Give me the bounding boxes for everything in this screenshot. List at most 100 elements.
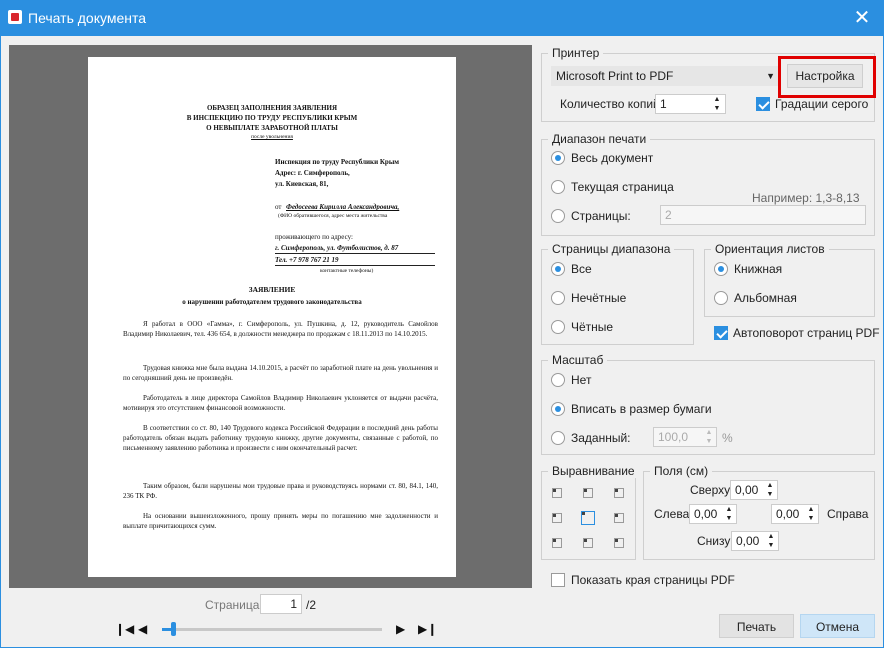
printer-selected-value: Microsoft Print to PDF	[556, 69, 674, 83]
paragraph-5: Таким образом, были нарушены мои трудовы…	[123, 482, 438, 501]
residence-label: проживающего по адресу:	[275, 233, 353, 241]
close-icon[interactable]: ✕	[850, 6, 874, 30]
align-top-center[interactable]	[583, 488, 593, 498]
margin-right-down-icon[interactable]: ▼	[806, 515, 816, 523]
range-example: Например: 1,3-8,13	[752, 191, 860, 205]
scale-legend: Масштаб	[548, 353, 608, 367]
copies-label: Количество копий	[560, 97, 660, 111]
scale-fit-radio[interactable]	[551, 402, 565, 416]
margin-right-label: Справа	[827, 507, 869, 521]
margins-legend: Поля (см)	[650, 464, 713, 478]
scale-none-radio[interactable]	[551, 373, 565, 387]
from-note: (ФИО обратившегося, адрес места жительст…	[278, 213, 388, 219]
paragraph-3: Работодатель в лице директора Самойлов В…	[123, 394, 438, 413]
scale-custom-label: Заданный:	[571, 431, 631, 445]
addressee-line-3: ул. Киевская, 81,	[275, 180, 329, 188]
scale-custom-value: 100,0	[658, 430, 689, 444]
align-middle-left[interactable]	[552, 513, 562, 523]
from-prefix: от	[275, 203, 282, 211]
margin-top-up-icon[interactable]: ▲	[765, 482, 775, 490]
subset-all-radio[interactable]	[551, 262, 565, 276]
margin-left-down-icon[interactable]: ▼	[724, 515, 734, 523]
phone-note: контактные телефоны)	[320, 268, 374, 274]
subset-all-label: Все	[571, 262, 592, 276]
autorotate-label: Автоповорот страниц PDF	[733, 326, 880, 340]
copies-up-icon[interactable]: ▲	[712, 96, 722, 104]
margin-left-up-icon[interactable]: ▲	[724, 506, 734, 514]
margin-top-value: 0,00	[735, 483, 759, 497]
page-subset-legend: Страницы диапазона	[548, 242, 675, 256]
margin-right-value: 0,00	[776, 507, 800, 521]
next-page-icon[interactable]: ▶	[396, 622, 405, 636]
margin-bottom-label: Снизу	[697, 534, 731, 548]
range-pages-value: 2	[665, 208, 672, 222]
margin-top-down-icon[interactable]: ▼	[765, 491, 775, 499]
align-middle-right[interactable]	[614, 513, 624, 523]
printer-select[interactable]: Microsoft Print to PDF ▼	[551, 66, 780, 86]
phone: Тел. +7 978 767 21 19	[275, 255, 435, 267]
align-top-left[interactable]	[552, 488, 562, 498]
align-bottom-center[interactable]	[583, 538, 593, 548]
show-edges-checkbox[interactable]	[551, 573, 565, 587]
orientation-landscape-label: Альбомная	[734, 291, 797, 305]
page-slider-thumb[interactable]	[171, 622, 176, 636]
addressee-line-1: Инспекция по труду Республики Крым	[275, 158, 400, 166]
margin-left-label: Слева	[654, 507, 690, 521]
doc-title: ЗАЯВЛЕНИЕ	[248, 285, 296, 294]
align-top-right[interactable]	[614, 488, 624, 498]
print-range-legend: Диапазон печати	[548, 132, 651, 146]
copies-value: 1	[660, 97, 667, 111]
orientation-portrait-radio[interactable]	[714, 262, 728, 276]
prev-page-icon[interactable]: ◀	[138, 622, 147, 636]
range-all-radio[interactable]	[551, 151, 565, 165]
scale-down-icon[interactable]: ▼	[704, 438, 714, 446]
from-name: Федосеева Кирилла Александровича,	[286, 203, 400, 211]
scale-custom-radio[interactable]	[551, 431, 565, 445]
page-slider-track[interactable]	[162, 628, 382, 631]
range-pages-label: Страницы:	[571, 209, 631, 223]
paragraph-1: Я работал в ООО «Гамма», г. Симферополь,…	[123, 320, 438, 339]
subset-even-radio[interactable]	[551, 320, 565, 334]
page-total: /2	[306, 598, 317, 612]
orientation-legend: Ориентация листов	[711, 242, 829, 256]
printer-legend: Принтер	[548, 46, 604, 60]
autorotate-checkbox[interactable]	[714, 326, 728, 340]
subset-odd-radio[interactable]	[551, 291, 565, 305]
subset-odd-label: Нечётные	[571, 291, 627, 305]
page-heading-line-2: В ИНСПЕКЦИЮ ПО ТРУДУ РЕСПУБЛИКИ КРЫМ	[186, 114, 358, 122]
align-bottom-right[interactable]	[614, 538, 624, 548]
align-middle-center[interactable]	[581, 511, 595, 525]
cancel-button[interactable]: Отмена	[800, 614, 875, 638]
copies-down-icon[interactable]: ▼	[712, 105, 722, 113]
orientation-group: Ориентация листов	[704, 242, 875, 317]
paragraph-4: В соответствии со ст. 80, 140 Трудового …	[123, 424, 438, 453]
page-heading-line-3: О НЕВЫПЛАТЕ ЗАРАБОТНОЙ ПЛАТЫ	[206, 124, 338, 132]
scale-percent: %	[722, 431, 733, 445]
preview-page: ОБРАЗЕЦ ЗАПОЛНЕНИЯ ЗАЯВЛЕНИЯ В ИНСПЕКЦИЮ…	[88, 57, 456, 577]
title-bar: Печать документа ✕	[0, 0, 884, 36]
range-pages-input[interactable]: 2	[660, 205, 866, 225]
range-all-label: Весь документ	[571, 151, 654, 165]
orientation-landscape-radio[interactable]	[714, 291, 728, 305]
page-number-input[interactable]: 1	[260, 594, 302, 614]
range-pages-radio[interactable]	[551, 209, 565, 223]
margin-left-value: 0,00	[694, 507, 718, 521]
app-logo-icon	[8, 10, 22, 24]
first-page-icon[interactable]: ❙◀	[115, 622, 134, 636]
alignment-legend: Выравнивание	[548, 464, 639, 478]
printer-settings-button[interactable]: Настройка	[787, 64, 863, 88]
range-current-radio[interactable]	[551, 180, 565, 194]
margin-bottom-up-icon[interactable]: ▲	[766, 533, 776, 541]
print-button[interactable]: Печать	[719, 614, 794, 638]
paragraph-6: На основании вышеизложенного, прошу прин…	[123, 512, 438, 531]
margin-top-label: Сверху	[690, 483, 731, 497]
margin-right-up-icon[interactable]: ▲	[806, 506, 816, 514]
grayscale-checkbox[interactable]	[756, 97, 770, 111]
scale-up-icon[interactable]: ▲	[704, 429, 714, 437]
margin-bottom-down-icon[interactable]: ▼	[766, 542, 776, 550]
grayscale-label: Градации серого	[775, 97, 869, 111]
last-page-icon[interactable]: ▶❙	[418, 622, 437, 636]
align-bottom-left[interactable]	[552, 538, 562, 548]
scale-none-label: Нет	[571, 373, 592, 387]
page-heading-sub: после увольнения	[251, 134, 293, 140]
